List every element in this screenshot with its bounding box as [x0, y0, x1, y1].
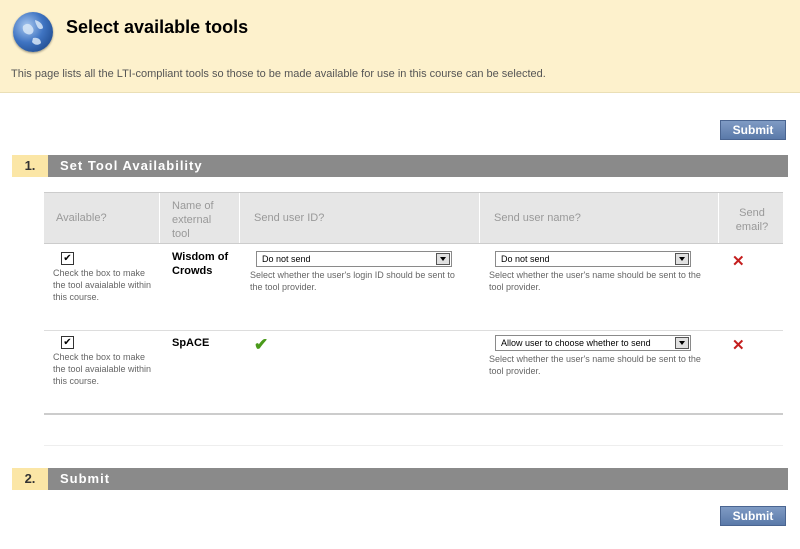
- submit-button-bottom[interactable]: Submit: [720, 506, 786, 526]
- section-number: 1.: [12, 155, 48, 177]
- col-send-user-id: Send user ID?: [240, 193, 480, 243]
- col-send-email: Send email?: [735, 207, 769, 233]
- table-row: ✔ Check the box to make the tool avaiala…: [44, 244, 783, 331]
- submit-button-top[interactable]: Submit: [720, 120, 786, 140]
- tool-name: Wisdom of Crowds: [172, 251, 229, 277]
- section-title: Set Tool Availability: [60, 158, 203, 173]
- available-help-text: Check the box to make the tool avaialabl…: [53, 352, 152, 386]
- page-header: Select available tools This page lists a…: [0, 0, 800, 93]
- table-row: ✔ Check the box to make the tool avaiala…: [44, 331, 783, 415]
- table-header: Available? Name of external tool Send us…: [44, 192, 783, 244]
- col-tool-name: Name of external tool: [160, 193, 240, 243]
- section-number: 2.: [12, 468, 48, 490]
- close-icon: ✕: [732, 337, 745, 354]
- table-footer-spacer: [44, 415, 783, 446]
- send-user-id-help: Select whether the user's login ID shoul…: [250, 270, 455, 292]
- page-title: Select available tools: [66, 17, 249, 37]
- section-submit: 2. Submit: [12, 468, 788, 490]
- send-user-name-help: Select whether the user's name should be…: [489, 354, 701, 376]
- chevron-down-icon: [436, 253, 450, 265]
- section-title: Submit: [60, 471, 111, 486]
- globe-icon: [13, 12, 53, 52]
- available-help-text: Check the box to make the tool avaialabl…: [53, 268, 152, 302]
- page-description: This page lists all the LTI-compliant to…: [11, 68, 546, 80]
- send-user-id-select[interactable]: Do not send: [256, 251, 452, 267]
- tool-name: SpACE: [172, 337, 210, 349]
- send-user-name-select[interactable]: Allow user to choose whether to send: [495, 335, 691, 351]
- available-checkbox[interactable]: ✔: [61, 336, 74, 349]
- section-set-tool-availability: 1. Set Tool Availability: [12, 155, 788, 177]
- col-available: Available?: [44, 193, 160, 243]
- chevron-down-icon: [675, 253, 689, 265]
- chevron-down-icon: [675, 337, 689, 349]
- col-send-user-name: Send user name?: [480, 193, 719, 243]
- tools-table: Available? Name of external tool Send us…: [44, 192, 783, 446]
- send-user-name-select[interactable]: Do not send: [495, 251, 691, 267]
- check-icon: ✔: [254, 335, 269, 354]
- available-checkbox[interactable]: ✔: [61, 252, 74, 265]
- close-icon: ✕: [732, 253, 745, 270]
- send-user-name-help: Select whether the user's name should be…: [489, 270, 701, 292]
